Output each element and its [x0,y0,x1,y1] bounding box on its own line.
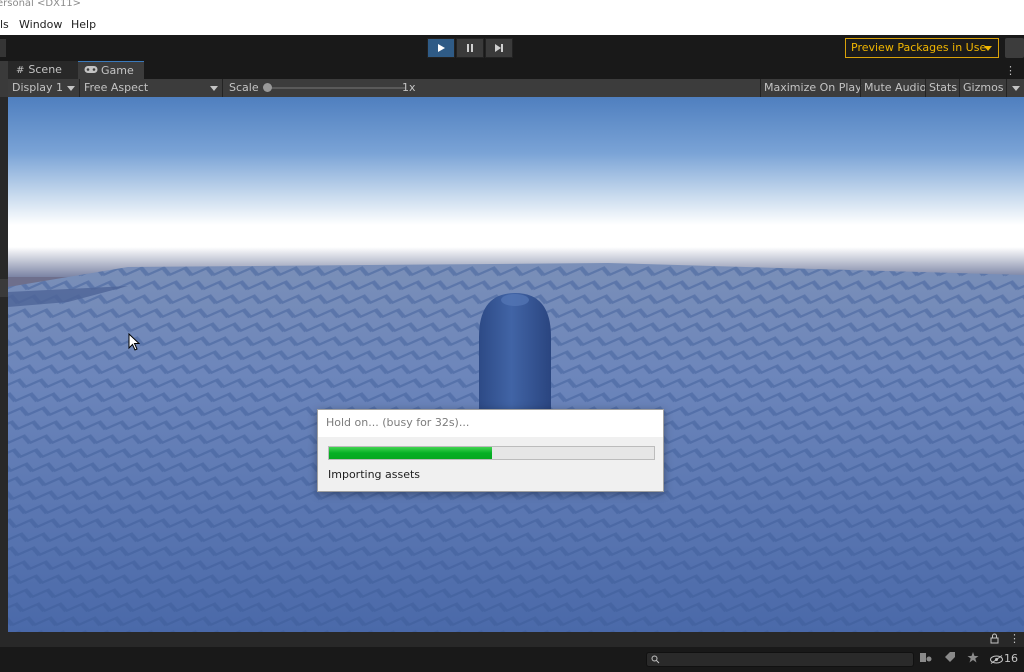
mouse-cursor-icon [128,333,140,351]
tab-scene[interactable]: # Scene [8,61,78,79]
toolbar-left-handle[interactable] [0,39,6,57]
tab-scene-label: Scene [28,63,62,76]
main-toolbar: Preview Packages in Use [0,35,1024,61]
scale-label: Scale [229,81,259,94]
more-options-icon[interactable]: ⋮ [1005,64,1016,77]
eye-hidden-icon [990,654,1003,664]
hidden-count-value: 16 [1004,652,1018,665]
stats-toggle[interactable]: Stats [925,79,960,97]
gizmos-toggle[interactable]: Gizmos [959,79,1007,97]
scale-slider-thumb[interactable] [263,83,272,92]
favorites-star-icon[interactable] [967,652,979,666]
panel-menu-icon[interactable]: ⋮ [1009,632,1020,645]
game-viewport[interactable] [8,97,1024,632]
dialog-title: Hold on... (busy for 32s)... [318,410,663,437]
menu-item-window[interactable]: Window [19,18,62,31]
window-title: ersonal <DX11> [0,0,82,9]
search-input[interactable] [646,652,914,667]
menu-item-help[interactable]: Help [71,18,96,31]
dialog-message: Importing assets [328,468,421,481]
maximize-on-play-toggle[interactable]: Maximize On Play [760,79,865,97]
game-view-controls: Display 1 Free Aspect Scale 1x Maximize … [8,79,1024,97]
window-titlebar: ersonal <DX11> [0,0,1024,14]
busy-progress-dialog: Hold on... (busy for 32s)... Importing a… [317,409,664,492]
left-panel-block [0,61,8,97]
tab-game-label: Game [101,64,134,77]
game-scene-render [8,97,1024,632]
chevron-down-icon [67,86,75,91]
menu-bar: ls Window Help [0,14,1024,35]
chevron-down-icon [984,46,992,51]
preview-packages-button[interactable]: Preview Packages in Use [845,38,999,58]
label-tag-icon[interactable] [944,652,956,666]
view-tab-bar: # Scene Game ⋮ [8,61,1024,79]
display-label: Display 1 [12,81,64,94]
aspect-dropdown[interactable]: Free Aspect [80,79,223,97]
hidden-packages-count[interactable]: 16 [990,652,1018,665]
filter-by-type-icon[interactable] [920,652,932,666]
pause-icon [467,44,473,52]
aspect-label: Free Aspect [84,81,149,94]
lock-icon[interactable] [990,633,999,647]
left-panel-block [0,279,8,297]
grid-icon: # [16,65,25,76]
play-controls [427,38,513,58]
tab-game[interactable]: Game [78,61,144,79]
bottom-status-bar: 16 [0,647,1024,672]
chevron-down-icon [1012,86,1020,91]
play-icon [438,44,445,52]
pause-button[interactable] [456,38,484,58]
step-icon [495,44,503,52]
chevron-down-icon [210,86,218,91]
display-dropdown[interactable]: Display 1 [8,79,80,97]
settings-gear-button[interactable] [1005,38,1024,58]
search-icon [651,655,660,664]
progress-fill [329,447,492,459]
menu-item-tools[interactable]: ls [0,18,9,31]
scale-value: 1x [402,81,416,94]
mute-audio-toggle[interactable]: Mute Audio [860,79,929,97]
gizmos-dropdown[interactable] [1006,79,1024,97]
left-panel-edge [0,61,8,632]
preview-packages-label: Preview Packages in Use [851,41,987,54]
gamepad-icon [84,62,98,80]
scale-slider-track[interactable] [270,87,406,89]
step-button[interactable] [485,38,513,58]
import-progress-bar [328,446,655,460]
play-button[interactable] [427,38,455,58]
bottom-panel-header: ⋮ [0,632,1024,647]
